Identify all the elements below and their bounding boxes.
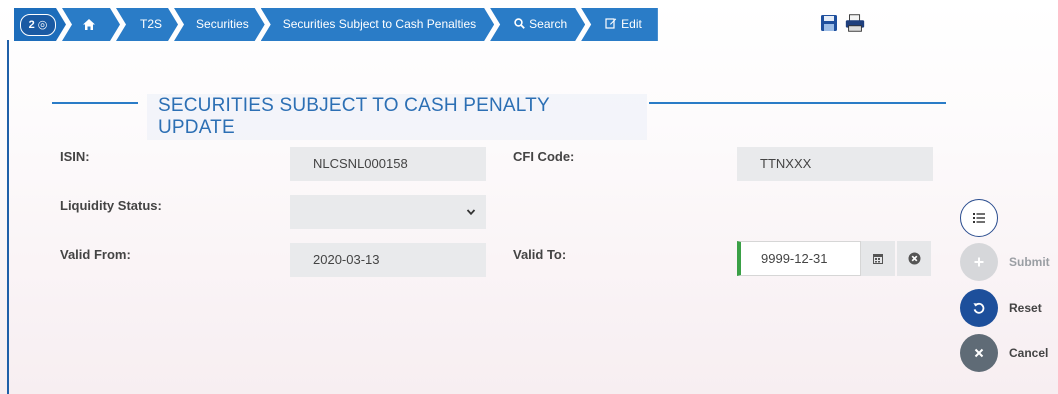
home-button[interactable] [62,8,120,41]
home-icon [82,18,96,31]
liquidity-status-select[interactable] [290,195,486,229]
left-rule [7,40,9,394]
edit-icon [605,18,617,29]
chevron-down-icon [466,195,476,229]
calendar-button[interactable] [861,241,895,276]
valid-to-label: Valid To: [513,247,567,262]
cfi-code-field: TTNXXX [737,147,933,181]
breadcrumb: 2 ◎ T2S Securities Securities Subject to… [14,8,658,41]
cancel-label: Cancel [1009,346,1049,360]
clear-icon [908,252,920,265]
liquidity-status-label: Liquidity Status: [60,198,162,213]
page-title: SECURITIES SUBJECT TO CASH PENALTY UPDAT… [158,95,550,138]
cfi-code-label: CFI Code: [513,149,575,164]
save-icon [821,15,837,31]
isin-label: ISIN: [60,149,90,164]
list-button[interactable] [960,199,998,237]
reset-label: Reset [1009,301,1042,315]
valid-from-label: Valid From: [60,247,131,262]
breadcrumb-badge[interactable]: 2 ◎ [14,8,66,41]
title-rule-left [52,102,138,104]
search-label: Search [529,17,568,31]
plus-icon [974,257,984,267]
breadcrumb-item-t2s[interactable]: T2S [116,8,178,41]
search-icon [514,18,525,29]
print-icon [845,14,865,32]
eye-icon: 2 ◎ [20,14,56,36]
edit-label: Edit [621,17,642,31]
breadcrumb-edit[interactable]: Edit [581,8,658,41]
isin-field: NLCSNL000158 [290,147,486,181]
toolbar [818,13,866,33]
submit-label: Submit [1009,255,1050,269]
calendar-icon [873,254,883,264]
title-rule-right [649,102,946,104]
valid-from-field: 2020-03-13 [290,243,486,277]
close-icon [974,348,984,358]
submit-button[interactable]: Submit [960,243,1050,281]
page-frame [0,0,1058,394]
save-button[interactable] [818,13,840,33]
reset-icon [973,302,985,314]
reset-button[interactable]: Reset [960,289,1042,327]
breadcrumb-item-securities[interactable]: Securities [174,8,265,41]
breadcrumb-item-cash-penalties[interactable]: Securities Subject to Cash Penalties [261,8,494,41]
print-button[interactable] [844,13,866,33]
breadcrumb-search[interactable]: Search [490,8,585,41]
list-icon [973,213,985,223]
clear-date-button[interactable] [897,241,931,276]
cancel-button[interactable]: Cancel [960,334,1048,372]
valid-to-input[interactable]: 9999-12-31 [737,241,861,276]
